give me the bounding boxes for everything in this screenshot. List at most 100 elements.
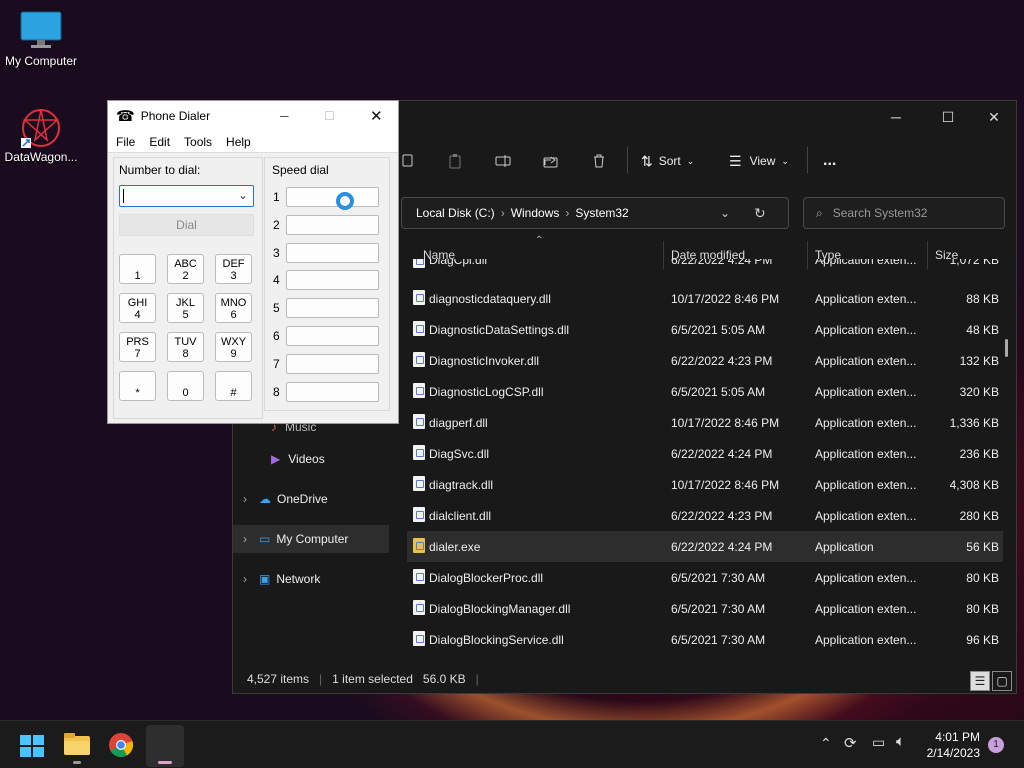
key-5[interactable]: JKL 5 — [167, 293, 204, 323]
chrome-taskbar-button[interactable] — [108, 732, 134, 758]
minimize-button[interactable]: ─ — [873, 101, 919, 133]
menu-help[interactable]: Help — [226, 135, 251, 149]
menu-edit[interactable]: Edit — [149, 135, 170, 149]
paste-button[interactable] — [447, 147, 463, 175]
table-row[interactable]: DiagnosticLogCSP.dll 6/5/2021 5:05 AM Appl… — [407, 376, 1003, 407]
chrome-icon — [109, 733, 134, 758]
desktop-icon-datawagon[interactable]: DataWagon... — [0, 106, 82, 164]
breadcrumb-local-disk[interactable]: Local Disk (C:) — [416, 206, 495, 220]
speed-dial-number: 3 — [273, 245, 280, 260]
speed-dial-button-5[interactable] — [286, 298, 379, 319]
file-explorer-taskbar-button[interactable] — [64, 733, 90, 764]
breadcrumb-separator: › — [500, 206, 505, 220]
table-row[interactable]: DiagnosticInvoker.dll 6/22/2022 4:23 PM Ap… — [407, 345, 1003, 376]
share-button[interactable] — [543, 147, 559, 175]
desktop-icon-my-computer[interactable]: My Computer — [0, 10, 82, 68]
maximize-button[interactable]: ☐ — [925, 101, 971, 133]
dll-file-icon — [413, 321, 425, 336]
selection-count: 1 item selected — [332, 672, 413, 686]
table-row[interactable]: DiagCpl.dll 6/22/2022 4:24 PM Application … — [407, 259, 1003, 273]
nav-item-onedrive[interactable]: › ☁ OneDrive — [233, 485, 389, 513]
speed-dial-button-2[interactable] — [286, 214, 379, 235]
table-row[interactable]: DiagSvc.dll 6/22/2022 4:24 PM Application … — [407, 438, 1003, 469]
speed-dial-number: 1 — [273, 190, 280, 204]
dll-file-icon — [413, 290, 425, 305]
chevron-right-icon[interactable]: › — [243, 572, 247, 586]
key-1[interactable]: 1 — [119, 254, 156, 284]
speed-dial-button-4[interactable] — [286, 270, 379, 291]
cell-date: 6/5/2021 7:30 AM — [671, 571, 766, 585]
key-7[interactable]: PRS 7 — [119, 332, 156, 362]
copy-button[interactable] — [399, 147, 415, 175]
selection-size: 56.0 KB — [422, 672, 466, 686]
key-letters: GHI — [127, 297, 148, 309]
start-button[interactable] — [20, 735, 44, 757]
table-row[interactable]: diagnosticdataquery.dll 10/17/2022 8:46 P… — [407, 283, 1003, 314]
notification-badge[interactable]: 1 — [988, 737, 1004, 753]
key-6[interactable]: MNO 6 — [215, 293, 252, 323]
key-3[interactable]: DEF 3 — [215, 254, 252, 284]
key-4[interactable]: GHI 4 — [119, 293, 156, 323]
table-row[interactable]: dialclient.dll 6/22/2022 4:23 PM Applicati… — [407, 500, 1003, 531]
cell-size: 1,336 KB — [949, 416, 999, 430]
breadcrumb-windows[interactable]: Windows — [511, 206, 560, 220]
dialer-taskbar-button[interactable] — [146, 725, 184, 767]
network-status-icon[interactable]: ▭ — [872, 734, 885, 751]
nav-item-my-computer[interactable]: › ▭ My Computer — [233, 525, 389, 553]
view-button[interactable]: ☰ View ⌄ — [729, 147, 789, 175]
minimize-button[interactable]: ─ — [280, 109, 289, 123]
close-button[interactable]: ✕ — [370, 107, 383, 125]
refresh-icon[interactable]: ↻ — [754, 205, 766, 222]
key-digit: 2 — [182, 270, 189, 282]
table-row[interactable]: DialogBlockingService.dll 6/5/2021 7:30 A… — [407, 624, 1003, 655]
details-view-button[interactable]: ☰ — [970, 671, 990, 691]
table-row[interactable]: DialogBlockerProc.dll 6/5/2021 7:30 AM App… — [407, 562, 1003, 593]
chevron-right-icon[interactable]: › — [243, 492, 247, 506]
address-bar[interactable]: Local Disk (C:) › Windows › System32 ⌄ ↻ — [401, 197, 789, 229]
key-9[interactable]: WXY 9 — [215, 332, 252, 362]
key-pound[interactable]: # — [215, 371, 252, 401]
sync-icon[interactable]: ⟳ — [844, 734, 857, 752]
chevron-down-icon[interactable]: ⌄ — [238, 188, 248, 202]
key-0[interactable]: 0 — [167, 371, 204, 401]
key-8[interactable]: TUV 8 — [167, 332, 204, 362]
dial-button[interactable]: Dial — [119, 214, 254, 236]
delete-button[interactable] — [591, 147, 607, 175]
search-input[interactable]: ⌕ Search System32 — [803, 197, 1005, 229]
tiles-view-button[interactable]: ▢ — [992, 671, 1012, 691]
datawagon-logo-icon — [19, 106, 63, 148]
nav-item-videos[interactable]: ▶ Videos — [233, 445, 389, 473]
chevron-right-icon[interactable]: › — [243, 532, 247, 546]
nav-item-network[interactable]: › ▣ Network — [233, 565, 389, 593]
address-dropdown-icon[interactable]: ⌄ — [720, 206, 730, 220]
rename-button[interactable] — [495, 147, 511, 175]
table-row[interactable]: dialer.exe 6/22/2022 4:24 PM Application 56… — [407, 531, 1003, 562]
table-row[interactable]: diagperf.dll 10/17/2022 8:46 PM Applicatio… — [407, 407, 1003, 438]
key-digit: 4 — [134, 309, 141, 321]
number-input[interactable]: ⌄ — [119, 185, 254, 207]
speed-dial-button-7[interactable] — [286, 353, 379, 374]
speed-dial-number: 8 — [273, 384, 280, 399]
table-row[interactable]: DiagnosticDataSettings.dll 6/5/2021 5:05 … — [407, 314, 1003, 345]
volume-icon[interactable]: 🔈︎ — [896, 733, 905, 750]
more-options-button[interactable]: ... — [823, 147, 836, 175]
table-row[interactable]: DialogBlockingManager.dll 6/5/2021 7:30 A… — [407, 593, 1003, 624]
show-hidden-icons-button[interactable]: ⌃ — [820, 735, 832, 752]
speed-dial-number: 6 — [273, 329, 280, 343]
cell-name: DiagSvc.dll — [429, 447, 490, 461]
sort-button[interactable]: ⇅ Sort ⌄ — [641, 147, 694, 175]
speed-dial-button-8[interactable] — [286, 381, 379, 402]
key-2[interactable]: ABC 2 — [167, 254, 204, 284]
breadcrumb-system32[interactable]: System32 — [575, 206, 628, 220]
menu-file[interactable]: File — [116, 135, 135, 149]
key-star[interactable]: * — [119, 371, 156, 401]
menu-tools[interactable]: Tools — [184, 135, 212, 149]
speed-dial-button-6[interactable] — [286, 326, 379, 346]
table-row[interactable]: diagtrack.dll 10/17/2022 8:46 PM Applicati… — [407, 469, 1003, 500]
speed-dial-button-1[interactable] — [286, 187, 379, 207]
clock[interactable]: 4:01 PM 2/14/2023 — [927, 729, 980, 761]
speed-dial-button-3[interactable] — [286, 242, 379, 263]
scrollbar-thumb[interactable] — [1005, 339, 1008, 357]
cell-name: DiagnosticDataSettings.dll — [429, 323, 570, 337]
close-button[interactable]: ✕ — [971, 101, 1017, 133]
